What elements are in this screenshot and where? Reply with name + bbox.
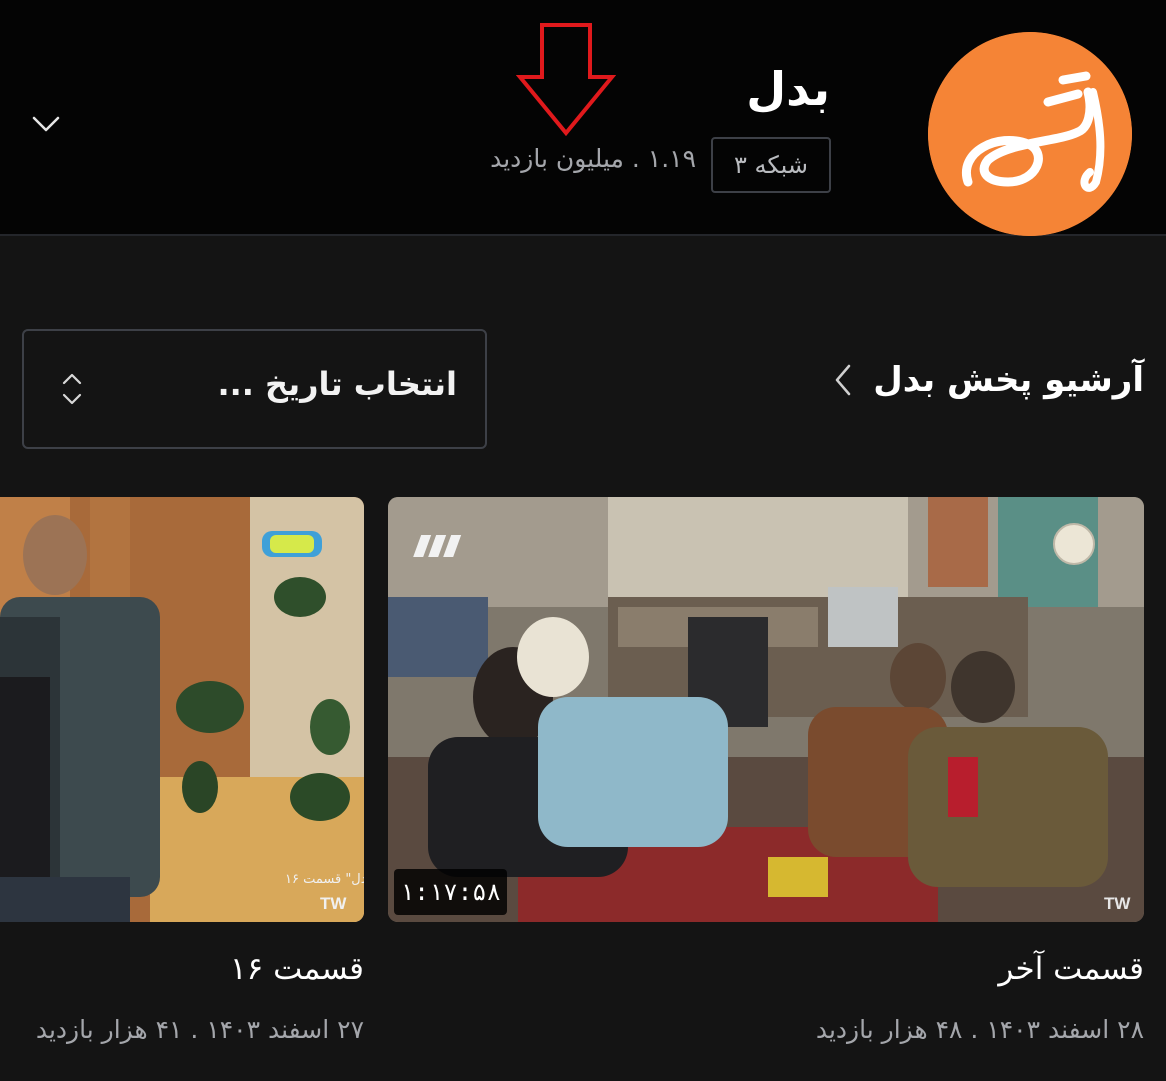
red-arrow-down-icon [516,23,616,136]
archive-title: آرشیو پخش بدل [873,360,1144,400]
channel-views: ۱.۱۹ . میلیون بازدید [490,144,696,173]
page-title: بدل [746,62,830,116]
show-logo[interactable] [928,32,1132,236]
chevron-left-icon [835,364,851,396]
network-badge: شبکه ۳ [711,137,831,193]
episode-card[interactable]: "بـــــدل" قسمت ۱۶ TW قسمت ۱۶ ۲۷ اسفند ۱… [0,497,364,1067]
up-down-icon [62,373,82,405]
thumbnail-watermark: TW [320,894,347,913]
thumbnail-watermark: TW [1104,894,1131,913]
thumbnail-scene-office: TW [388,497,1144,922]
thumbnail-overlay-text: "بـــــدل" قسمت ۱۶ [285,872,364,887]
episode-card[interactable]: TW ۱:۱۷:۵۸ قسمت آخر ۲۸ اسفند ۱۴۰۳ . ۴۸ ه… [388,497,1144,1067]
date-select-placeholder: انتخاب تاریخ ... [217,365,457,403]
duration-badge: ۱:۱۷:۵۸ [394,869,507,915]
episode-thumbnail[interactable]: TW ۱:۱۷:۵۸ [388,497,1144,922]
episode-title[interactable]: قسمت آخر [998,951,1144,987]
archive-section-link[interactable]: آرشیو پخش بدل [833,360,1144,400]
episode-meta: ۲۸ اسفند ۱۴۰۳ . ۴۸ هزار بازدید [815,1015,1144,1044]
episode-meta: ۲۷ اسفند ۱۴۰۳ . ۴۱ هزار بازدید [35,1015,364,1044]
episode-title[interactable]: قسمت ۱۶ [230,951,364,987]
chevron-down-icon[interactable] [28,108,64,140]
episode-thumbnail[interactable]: "بـــــدل" قسمت ۱۶ TW [0,497,364,922]
thumbnail-scene-curtain: "بـــــدل" قسمت ۱۶ TW [0,497,364,922]
logo-lettering [928,32,1132,236]
channel-header: ۱.۱۹ . میلیون بازدید شبکه ۳ بدل [0,0,1166,236]
date-select[interactable]: انتخاب تاریخ ... [22,329,487,449]
